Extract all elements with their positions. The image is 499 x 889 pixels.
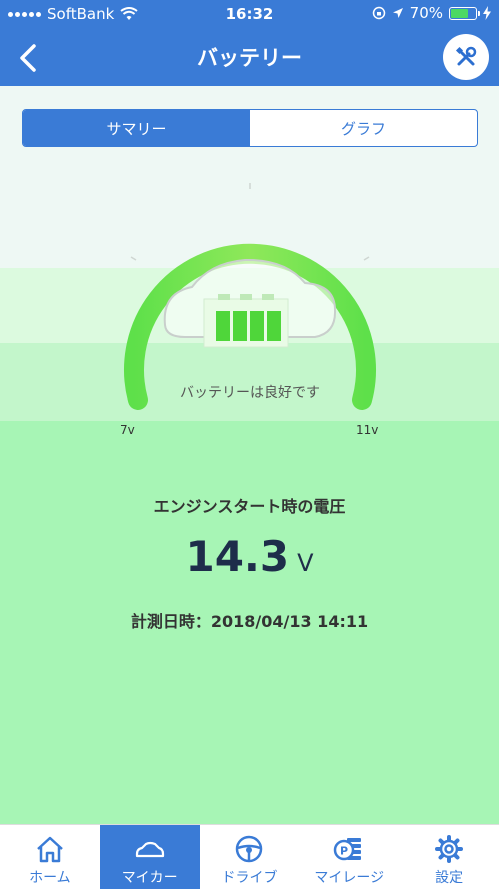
tab-mileage-label: マイレージ xyxy=(314,870,385,886)
coins-icon: P xyxy=(334,838,362,861)
gear-icon xyxy=(435,835,464,863)
battery-cells-icon xyxy=(203,294,289,348)
tab-summary[interactable]: サマリー xyxy=(23,110,250,146)
segmented-control: サマリー グラフ xyxy=(22,109,478,147)
steering-wheel-icon xyxy=(236,835,263,863)
nav-bar: バッテリー xyxy=(0,28,499,86)
battery-icon xyxy=(449,6,480,20)
measured-at: 計測日時：2018/04/13 14:11 xyxy=(130,612,369,631)
voltage-value: 14.3 V xyxy=(0,532,499,581)
home-icon xyxy=(37,836,63,863)
status-bar: SoftBank 16:32 70% xyxy=(0,0,499,28)
page-title: バッテリー xyxy=(197,46,302,70)
gauge-min-label: 7v xyxy=(120,423,135,437)
battery-status-text: バッテリーは良好です xyxy=(180,385,320,401)
voltage-title: エンジンスタート時の電圧 xyxy=(153,497,346,516)
tab-drive[interactable]: ドライブ xyxy=(200,825,300,889)
tab-drive-label: ドライブ xyxy=(221,870,278,886)
charging-icon xyxy=(483,6,491,20)
battery-percent: 70% xyxy=(409,4,443,22)
tools-button[interactable] xyxy=(443,34,489,80)
rotation-lock-icon xyxy=(372,6,385,20)
tab-home[interactable]: ホーム xyxy=(0,825,100,889)
voltage-number: 14.3 xyxy=(185,532,290,581)
gauge-max-label: 11v xyxy=(356,423,379,437)
voltage-unit: V xyxy=(297,549,314,577)
tools-icon xyxy=(455,46,477,66)
tab-graph[interactable]: グラフ xyxy=(250,110,477,146)
tab-settings-label: 設定 xyxy=(435,870,464,886)
status-right: 70% xyxy=(372,4,491,22)
tab-settings[interactable]: 設定 xyxy=(399,825,499,889)
bottom-tab-bar: ホーム マイカー ドライブ P マイレージ 設定 xyxy=(0,824,499,889)
location-icon xyxy=(392,8,403,18)
tab-mycar[interactable]: マイカー xyxy=(99,825,200,889)
car-icon xyxy=(135,841,164,858)
tab-mycar-label: マイカー xyxy=(121,870,178,886)
tab-home-label: ホーム xyxy=(29,870,71,886)
tab-mileage[interactable]: P マイレージ xyxy=(299,825,399,889)
svg-text:P: P xyxy=(340,845,348,858)
